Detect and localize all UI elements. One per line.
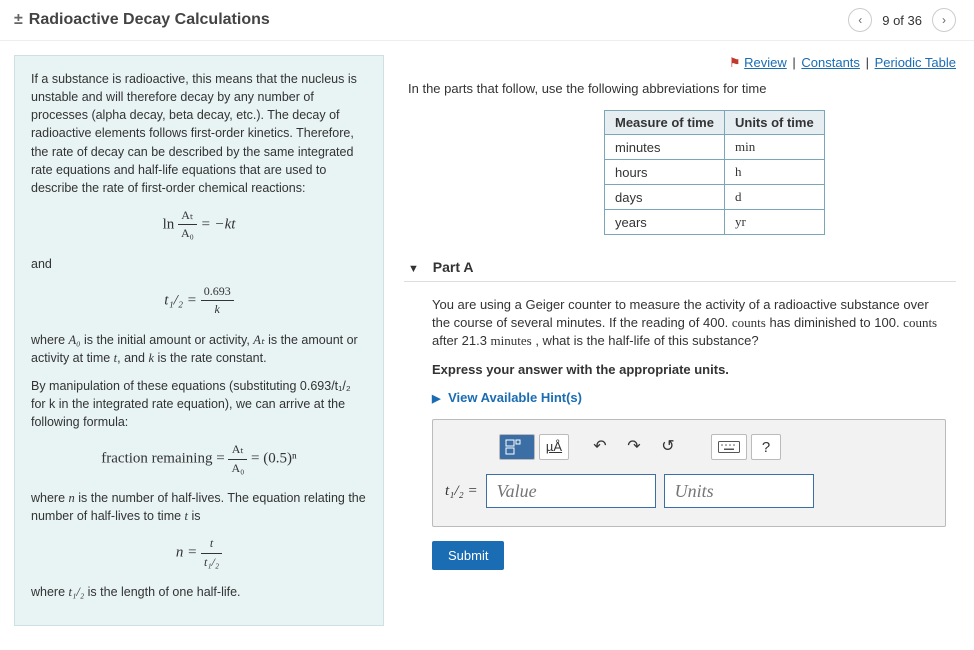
- review-link[interactable]: Review: [744, 55, 787, 70]
- answer-instruction: Express your answer with the appropriate…: [432, 361, 946, 379]
- template-tool-icon[interactable]: [499, 434, 535, 460]
- flag-icon[interactable]: ⚑: [729, 55, 741, 70]
- intro-paragraph: If a substance is radioactive, this mean…: [31, 70, 367, 197]
- answer-label: t₁/₂ =: [445, 481, 478, 502]
- equation-fraction: fraction remaining = AₜA₀ = (0.5)ⁿ: [31, 441, 367, 477]
- table-row: daysd: [605, 185, 825, 210]
- units-table: Measure of timeUnits of time minutesmin …: [604, 110, 825, 235]
- where-paragraph-3: where t₁/₂ is the length of one half-lif…: [31, 583, 367, 601]
- table-row: yearsyr: [605, 210, 825, 235]
- where-paragraph-2: where n is the number of half-lives. The…: [31, 489, 367, 525]
- part-a-header[interactable]: ▼ Part A: [404, 253, 956, 282]
- prev-button[interactable]: ‹: [848, 8, 872, 32]
- and-text: and: [31, 255, 367, 273]
- expand-icon: ▶: [432, 393, 440, 405]
- table-header-measure: Measure of time: [605, 111, 725, 135]
- table-row: hoursh: [605, 160, 825, 185]
- abbrev-intro: In the parts that follow, use the follow…: [408, 81, 956, 96]
- where-paragraph-1: where A₀ is the initial amount or activi…: [31, 331, 367, 367]
- next-button[interactable]: ›: [932, 8, 956, 32]
- answer-toolbar: µÅ ↶ ↷ ↺ ?: [499, 434, 933, 460]
- collapse-icon: ▼: [408, 263, 419, 275]
- view-hints-link[interactable]: ▶ View Available Hint(s): [432, 389, 946, 407]
- top-bar: ± Radioactive Decay Calculations ‹ 9 of …: [0, 0, 974, 41]
- question-text: You are using a Geiger counter to measur…: [432, 296, 946, 351]
- submit-button[interactable]: Submit: [432, 541, 504, 570]
- reset-button[interactable]: ↺: [653, 434, 683, 460]
- top-links: ⚑ Review | Constants | Periodic Table: [404, 55, 956, 71]
- part-a-label: Part A: [433, 259, 474, 275]
- equation-ln: ln AₜA₀ = −kt: [31, 207, 367, 243]
- constants-link[interactable]: Constants: [801, 55, 860, 70]
- equation-halflife: t₁/₂ = 0.693k: [31, 283, 367, 319]
- page-title: Radioactive Decay Calculations: [29, 11, 844, 29]
- plus-minus-icon: ±: [14, 11, 23, 29]
- answer-box: µÅ ↶ ↷ ↺ ? t₁/₂ =: [432, 419, 946, 527]
- units-input[interactable]: [664, 474, 814, 508]
- manipulation-paragraph: By manipulation of these equations (subs…: [31, 377, 367, 431]
- undo-button[interactable]: ↶: [585, 434, 615, 460]
- item-counter: 9 of 36: [882, 13, 922, 28]
- info-panel: If a substance is radioactive, this mean…: [14, 55, 384, 626]
- redo-button[interactable]: ↷: [619, 434, 649, 460]
- table-header-units: Units of time: [724, 111, 824, 135]
- periodic-table-link[interactable]: Periodic Table: [875, 55, 956, 70]
- units-tool[interactable]: µÅ: [539, 434, 569, 460]
- value-input[interactable]: [486, 474, 656, 508]
- table-row: minutesmin: [605, 135, 825, 160]
- question-panel: ⚑ Review | Constants | Periodic Table In…: [398, 41, 974, 640]
- keyboard-icon[interactable]: [711, 434, 747, 460]
- equation-n: n = tt₁/₂: [31, 535, 367, 571]
- help-button[interactable]: ?: [751, 434, 781, 460]
